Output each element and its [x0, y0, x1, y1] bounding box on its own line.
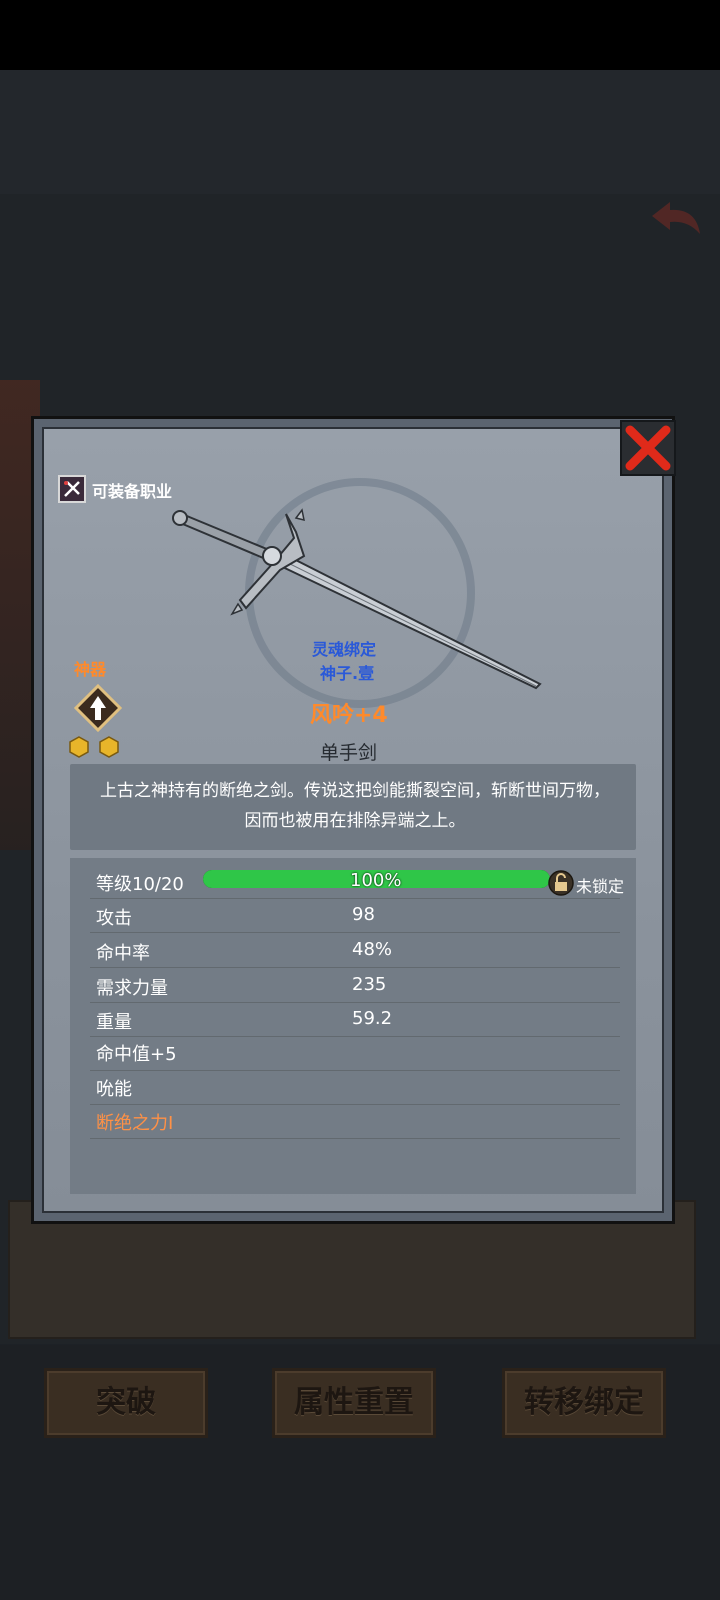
stat-weight-value: 59.2 [352, 1008, 393, 1029]
artifact-rank-icon[interactable] [74, 684, 122, 732]
header-band [0, 70, 720, 194]
item-description: 上古之神持有的断绝之剑。传说这把剑能撕裂空间，斩断世间万物，因而也被用在排除异端… [100, 781, 610, 831]
breakthrough-button[interactable]: 突破 [44, 1368, 208, 1438]
soul-bind-label: 灵魂绑定 [312, 640, 377, 659]
stat-attack-value: 98 [352, 904, 375, 925]
close-button[interactable] [620, 420, 676, 476]
row-divider [90, 967, 620, 968]
row-divider [90, 1104, 620, 1105]
row-divider [90, 1002, 620, 1003]
stat-weight-label: 重量 [96, 1012, 132, 1033]
stat-hit-rate-label: 命中率 [96, 943, 150, 964]
row-divider [90, 1138, 620, 1139]
lock-status[interactable]: 未锁定 [576, 873, 624, 897]
row-divider [90, 1036, 620, 1037]
attribute-reset-button[interactable]: 属性重置 [272, 1368, 436, 1438]
stat-hit-rate-value: 48% [352, 939, 393, 960]
artifact-label: 神器 [74, 660, 107, 679]
class-icon[interactable] [58, 475, 86, 503]
gem-slot-icon [69, 736, 89, 758]
bonus-drain: 吮能 [96, 1079, 132, 1100]
bound-owner-label: 神子.壹 [320, 664, 375, 683]
close-icon [625, 425, 671, 471]
gem-slot-icon [99, 736, 119, 758]
stat-strength-value: 235 [352, 974, 387, 995]
row-divider [90, 1070, 620, 1071]
row-divider [90, 932, 620, 933]
lock-icon[interactable] [548, 870, 574, 896]
stat-strength-label: 需求力量 [96, 978, 168, 999]
weapon-type: 单手剑 [320, 742, 378, 764]
level-progress-text: 100% [350, 870, 402, 891]
weapon-name: 风吟+4 [310, 703, 388, 728]
status-bar [0, 0, 720, 70]
equippable-class-label[interactable]: 可装备职业 [92, 478, 172, 502]
row-divider [90, 898, 620, 899]
back-arrow-icon[interactable] [648, 198, 704, 242]
bonus-severing-power: 断绝之力I [96, 1113, 174, 1134]
level-label: 等级10/20 [96, 874, 184, 895]
transfer-binding-button[interactable]: 转移绑定 [502, 1368, 666, 1438]
bonus-hit-value: 命中值+5 [96, 1044, 177, 1065]
stat-attack-label: 攻击 [96, 908, 132, 929]
